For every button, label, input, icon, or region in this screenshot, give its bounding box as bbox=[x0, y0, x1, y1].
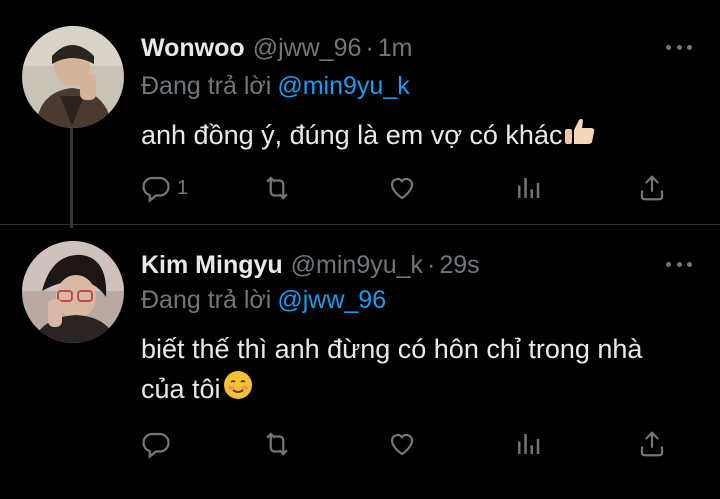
tweet-text: anh đồng ý, đúng là em vợ có khác bbox=[141, 115, 701, 157]
retweet-button[interactable] bbox=[261, 429, 293, 459]
share-button[interactable] bbox=[637, 173, 667, 203]
tweet-text: biết thế thì anh đừng có hôn chỉ trong n… bbox=[141, 329, 701, 411]
heart-icon bbox=[390, 177, 414, 200]
like-button[interactable] bbox=[387, 173, 417, 203]
timestamp[interactable]: 29s bbox=[439, 251, 479, 279]
analytics-icon bbox=[518, 434, 540, 454]
share-button[interactable] bbox=[637, 429, 667, 459]
share-icon bbox=[640, 431, 664, 457]
avatar[interactable] bbox=[22, 26, 124, 128]
smiling-face-icon bbox=[223, 370, 253, 411]
separator-dot: · bbox=[427, 251, 436, 279]
more-options-icon[interactable] bbox=[666, 42, 692, 52]
replying-to-mention[interactable]: @min9yu_k bbox=[277, 72, 409, 100]
replying-to-label: Đang trả lời bbox=[141, 72, 272, 100]
tweet-kim-mingyu[interactable]: Kim Mingyu @min9yu_k · 29s Đang trả lời @jww… bbox=[0, 224, 720, 499]
tweet-text-line-2: của tôi bbox=[141, 374, 221, 404]
tweet-wonwoo[interactable]: Wonwoo @jww_96 · 1m Đang trả lời @min9yu_k a… bbox=[0, 0, 720, 228]
avatar[interactable] bbox=[22, 241, 124, 343]
tweet-actions bbox=[141, 429, 671, 463]
reply-count: 1 bbox=[177, 176, 189, 199]
thread-connector-line bbox=[70, 128, 73, 228]
share-icon bbox=[640, 175, 664, 201]
more-options-icon[interactable] bbox=[666, 259, 692, 269]
author-name[interactable]: Kim Mingyu bbox=[141, 251, 283, 279]
replying-to-label: Đang trả lời bbox=[141, 286, 272, 314]
replying-to: Đang trả lời @jww_96 bbox=[141, 286, 386, 315]
tweet-actions: 1 bbox=[141, 173, 671, 207]
tweet-header: Wonwoo @jww_96 · 1m bbox=[141, 34, 413, 63]
author-handle[interactable]: @jww_96 bbox=[253, 34, 362, 62]
replying-to-mention[interactable]: @jww_96 bbox=[277, 286, 386, 314]
author-handle[interactable]: @min9yu_k bbox=[291, 251, 423, 279]
separator-dot: · bbox=[365, 34, 374, 62]
like-button[interactable] bbox=[387, 429, 417, 459]
retweet-icon bbox=[266, 432, 288, 456]
reply-button[interactable] bbox=[141, 429, 177, 459]
analytics-icon bbox=[518, 178, 540, 198]
thumbs-up-icon bbox=[564, 116, 596, 157]
author-name[interactable]: Wonwoo bbox=[141, 34, 245, 62]
tweet-text-content: anh đồng ý, đúng là em vợ có khác bbox=[141, 120, 563, 150]
tweet-header: Kim Mingyu @min9yu_k · 29s bbox=[141, 251, 480, 280]
replying-to: Đang trả lời @min9yu_k bbox=[141, 72, 410, 101]
reply-button[interactable]: 1 bbox=[141, 173, 188, 203]
heart-icon bbox=[390, 433, 414, 456]
timestamp[interactable]: 1m bbox=[378, 34, 413, 62]
reply-icon bbox=[142, 432, 170, 459]
views-button[interactable] bbox=[513, 173, 543, 203]
views-button[interactable] bbox=[513, 429, 543, 459]
retweet-button[interactable] bbox=[261, 173, 293, 203]
reply-icon bbox=[142, 176, 170, 203]
tweet-text-line-2-wrap: của tôi bbox=[141, 369, 701, 411]
tweet-text-line-1: biết thế thì anh đừng có hôn chỉ trong n… bbox=[141, 334, 643, 364]
retweet-icon bbox=[266, 176, 288, 200]
